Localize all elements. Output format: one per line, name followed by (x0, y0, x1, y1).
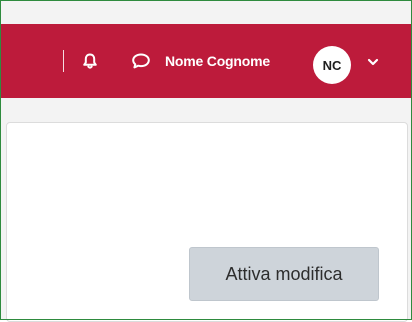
bell-icon[interactable] (80, 51, 100, 71)
chevron-down-icon[interactable] (367, 56, 379, 68)
navbar-divider (63, 50, 64, 72)
main-content-card: Attiva modifica (6, 122, 408, 322)
chat-bubble-icon[interactable] (131, 51, 151, 71)
user-name[interactable]: Nome Cognome (165, 53, 270, 69)
edit-mode-button[interactable]: Attiva modifica (189, 247, 379, 301)
avatar-initials: NC (322, 57, 342, 73)
avatar[interactable]: NC (313, 46, 351, 84)
top-navbar: Nome Cognome NC (1, 24, 411, 98)
